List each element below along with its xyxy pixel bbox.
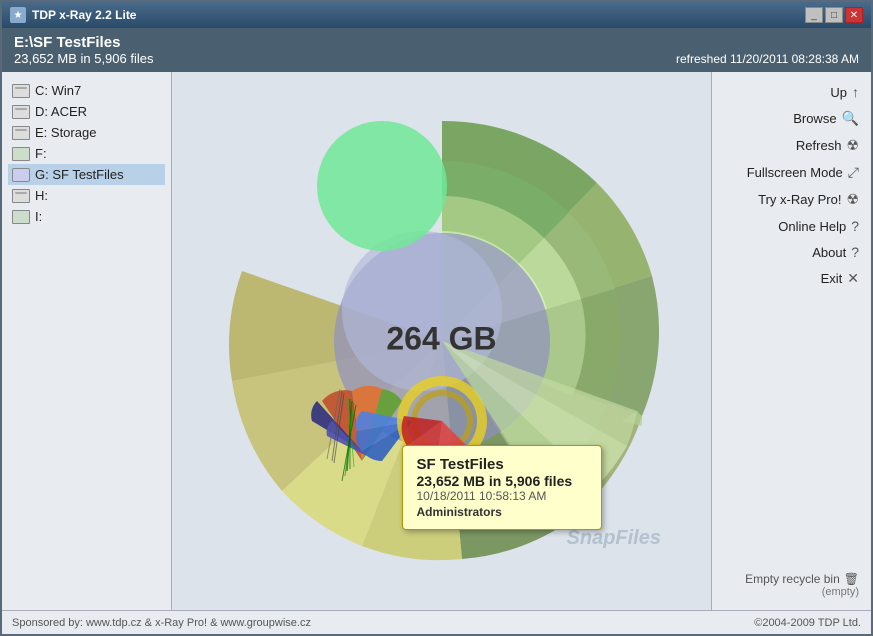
fullscreen-icon: ⤢	[848, 164, 859, 181]
about-button[interactable]: About ?	[718, 240, 865, 264]
maximize-button[interactable]: □	[825, 7, 843, 23]
drive-e-icon	[12, 126, 30, 140]
header-path-group: E:\SF TestFiles 23,652 MB in 5,906 files	[14, 34, 153, 66]
browse-icon: 🔍	[842, 110, 859, 127]
recycle-label[interactable]: Empty recycle bin 🗑	[724, 572, 859, 586]
exit-icon: ✕	[847, 270, 859, 287]
tooltip-user: Administrators	[417, 505, 587, 519]
drive-i-icon	[12, 210, 30, 224]
minimize-button[interactable]: _	[805, 7, 823, 23]
footer-right: ©2004-2009 TDP Ltd.	[754, 617, 861, 629]
tooltip-date: 10/18/2011 10:58:13 AM	[417, 489, 587, 503]
recycle-icon: 🗑	[844, 572, 859, 586]
close-button[interactable]: ✕	[845, 7, 863, 23]
drive-c-icon	[12, 84, 30, 98]
drive-i[interactable]: I:	[8, 206, 165, 227]
about-icon: ?	[851, 244, 859, 260]
window-controls: _ □ ✕	[805, 7, 863, 23]
drive-i-label: I:	[35, 209, 42, 224]
drive-h-icon	[12, 189, 30, 203]
help-button[interactable]: Online Help ?	[718, 214, 865, 238]
drive-g-label: G: SF TestFiles	[35, 167, 124, 182]
up-icon: ↑	[852, 84, 859, 100]
drive-e-label: E: Storage	[35, 125, 96, 140]
header-bar: E:\SF TestFiles 23,652 MB in 5,906 files…	[2, 28, 871, 72]
drive-g[interactable]: G: SF TestFiles	[8, 164, 165, 185]
drive-h[interactable]: H:	[8, 185, 165, 206]
up-button[interactable]: Up ↑	[718, 80, 865, 104]
xray-icon: ☢	[846, 191, 859, 208]
refresh-label: Refresh	[796, 138, 842, 153]
refresh-icon: ☢	[846, 137, 859, 154]
drive-c-label: C: Win7	[35, 83, 81, 98]
recycle-status: (empty)	[724, 586, 859, 598]
title-bar-left: ★ TDP x-Ray 2.2 Lite	[10, 7, 136, 23]
title-bar: ★ TDP x-Ray 2.2 Lite _ □ ✕	[2, 2, 871, 28]
tooltip-title: SF TestFiles	[417, 456, 587, 473]
refresh-button[interactable]: Refresh ☢	[718, 133, 865, 158]
drive-h-label: H:	[35, 188, 48, 203]
file-info: 23,652 MB in 5,906 files	[14, 51, 153, 66]
drive-d-label: D: ACER	[35, 104, 87, 119]
drive-d-icon	[12, 105, 30, 119]
help-icon: ?	[851, 218, 859, 234]
xray-button[interactable]: Try x-Ray Pro! ☢	[718, 187, 865, 212]
nav-panel: Up ↑ Browse 🔍 Refresh ☢ Fullscreen Mode …	[711, 72, 871, 610]
recycle-section: Empty recycle bin 🗑 (empty)	[718, 568, 865, 602]
main-content: C: Win7 D: ACER E: Storage F: G: SF Test…	[2, 72, 871, 610]
drive-f-icon	[12, 147, 30, 161]
footer-left: Sponsored by: www.tdp.cz & x-Ray Pro! & …	[12, 617, 311, 629]
exit-label: Exit	[821, 271, 843, 286]
browse-button[interactable]: Browse 🔍	[718, 106, 865, 131]
drive-f-label: F:	[35, 146, 47, 161]
header-info: E:\SF TestFiles 23,652 MB in 5,906 files…	[14, 34, 859, 66]
xray-label: Try x-Ray Pro!	[758, 192, 841, 207]
drive-d[interactable]: D: ACER	[8, 101, 165, 122]
drives-panel: C: Win7 D: ACER E: Storage F: G: SF Test…	[2, 72, 172, 610]
current-path: E:\SF TestFiles	[14, 34, 153, 51]
fullscreen-label: Fullscreen Mode	[747, 165, 843, 180]
drive-g-icon	[12, 168, 30, 182]
tooltip-size: 23,652 MB in 5,906 files	[417, 473, 587, 489]
help-label: Online Help	[778, 219, 846, 234]
tooltip-box: SF TestFiles 23,652 MB in 5,906 files 10…	[402, 445, 602, 530]
up-label: Up	[830, 85, 847, 100]
drive-e[interactable]: E: Storage	[8, 122, 165, 143]
recycle-bin-label: Empty recycle bin	[745, 572, 840, 586]
app-icon: ★	[10, 7, 26, 23]
footer: Sponsored by: www.tdp.cz & x-Ray Pro! & …	[2, 610, 871, 634]
refresh-timestamp: refreshed 11/20/2011 08:28:38 AM	[676, 52, 859, 66]
chart-area[interactable]: 264 GB SnapFiles SF TestFiles 23,652 MB …	[172, 72, 711, 610]
fullscreen-button[interactable]: Fullscreen Mode ⤢	[718, 160, 865, 185]
browse-label: Browse	[793, 111, 836, 126]
about-label: About	[812, 245, 846, 260]
window-title: TDP x-Ray 2.2 Lite	[32, 8, 136, 22]
drive-c[interactable]: C: Win7	[8, 80, 165, 101]
drive-f[interactable]: F:	[8, 143, 165, 164]
exit-button[interactable]: Exit ✕	[718, 266, 865, 291]
main-window: ★ TDP x-Ray 2.2 Lite _ □ ✕ E:\SF TestFil…	[0, 0, 873, 636]
